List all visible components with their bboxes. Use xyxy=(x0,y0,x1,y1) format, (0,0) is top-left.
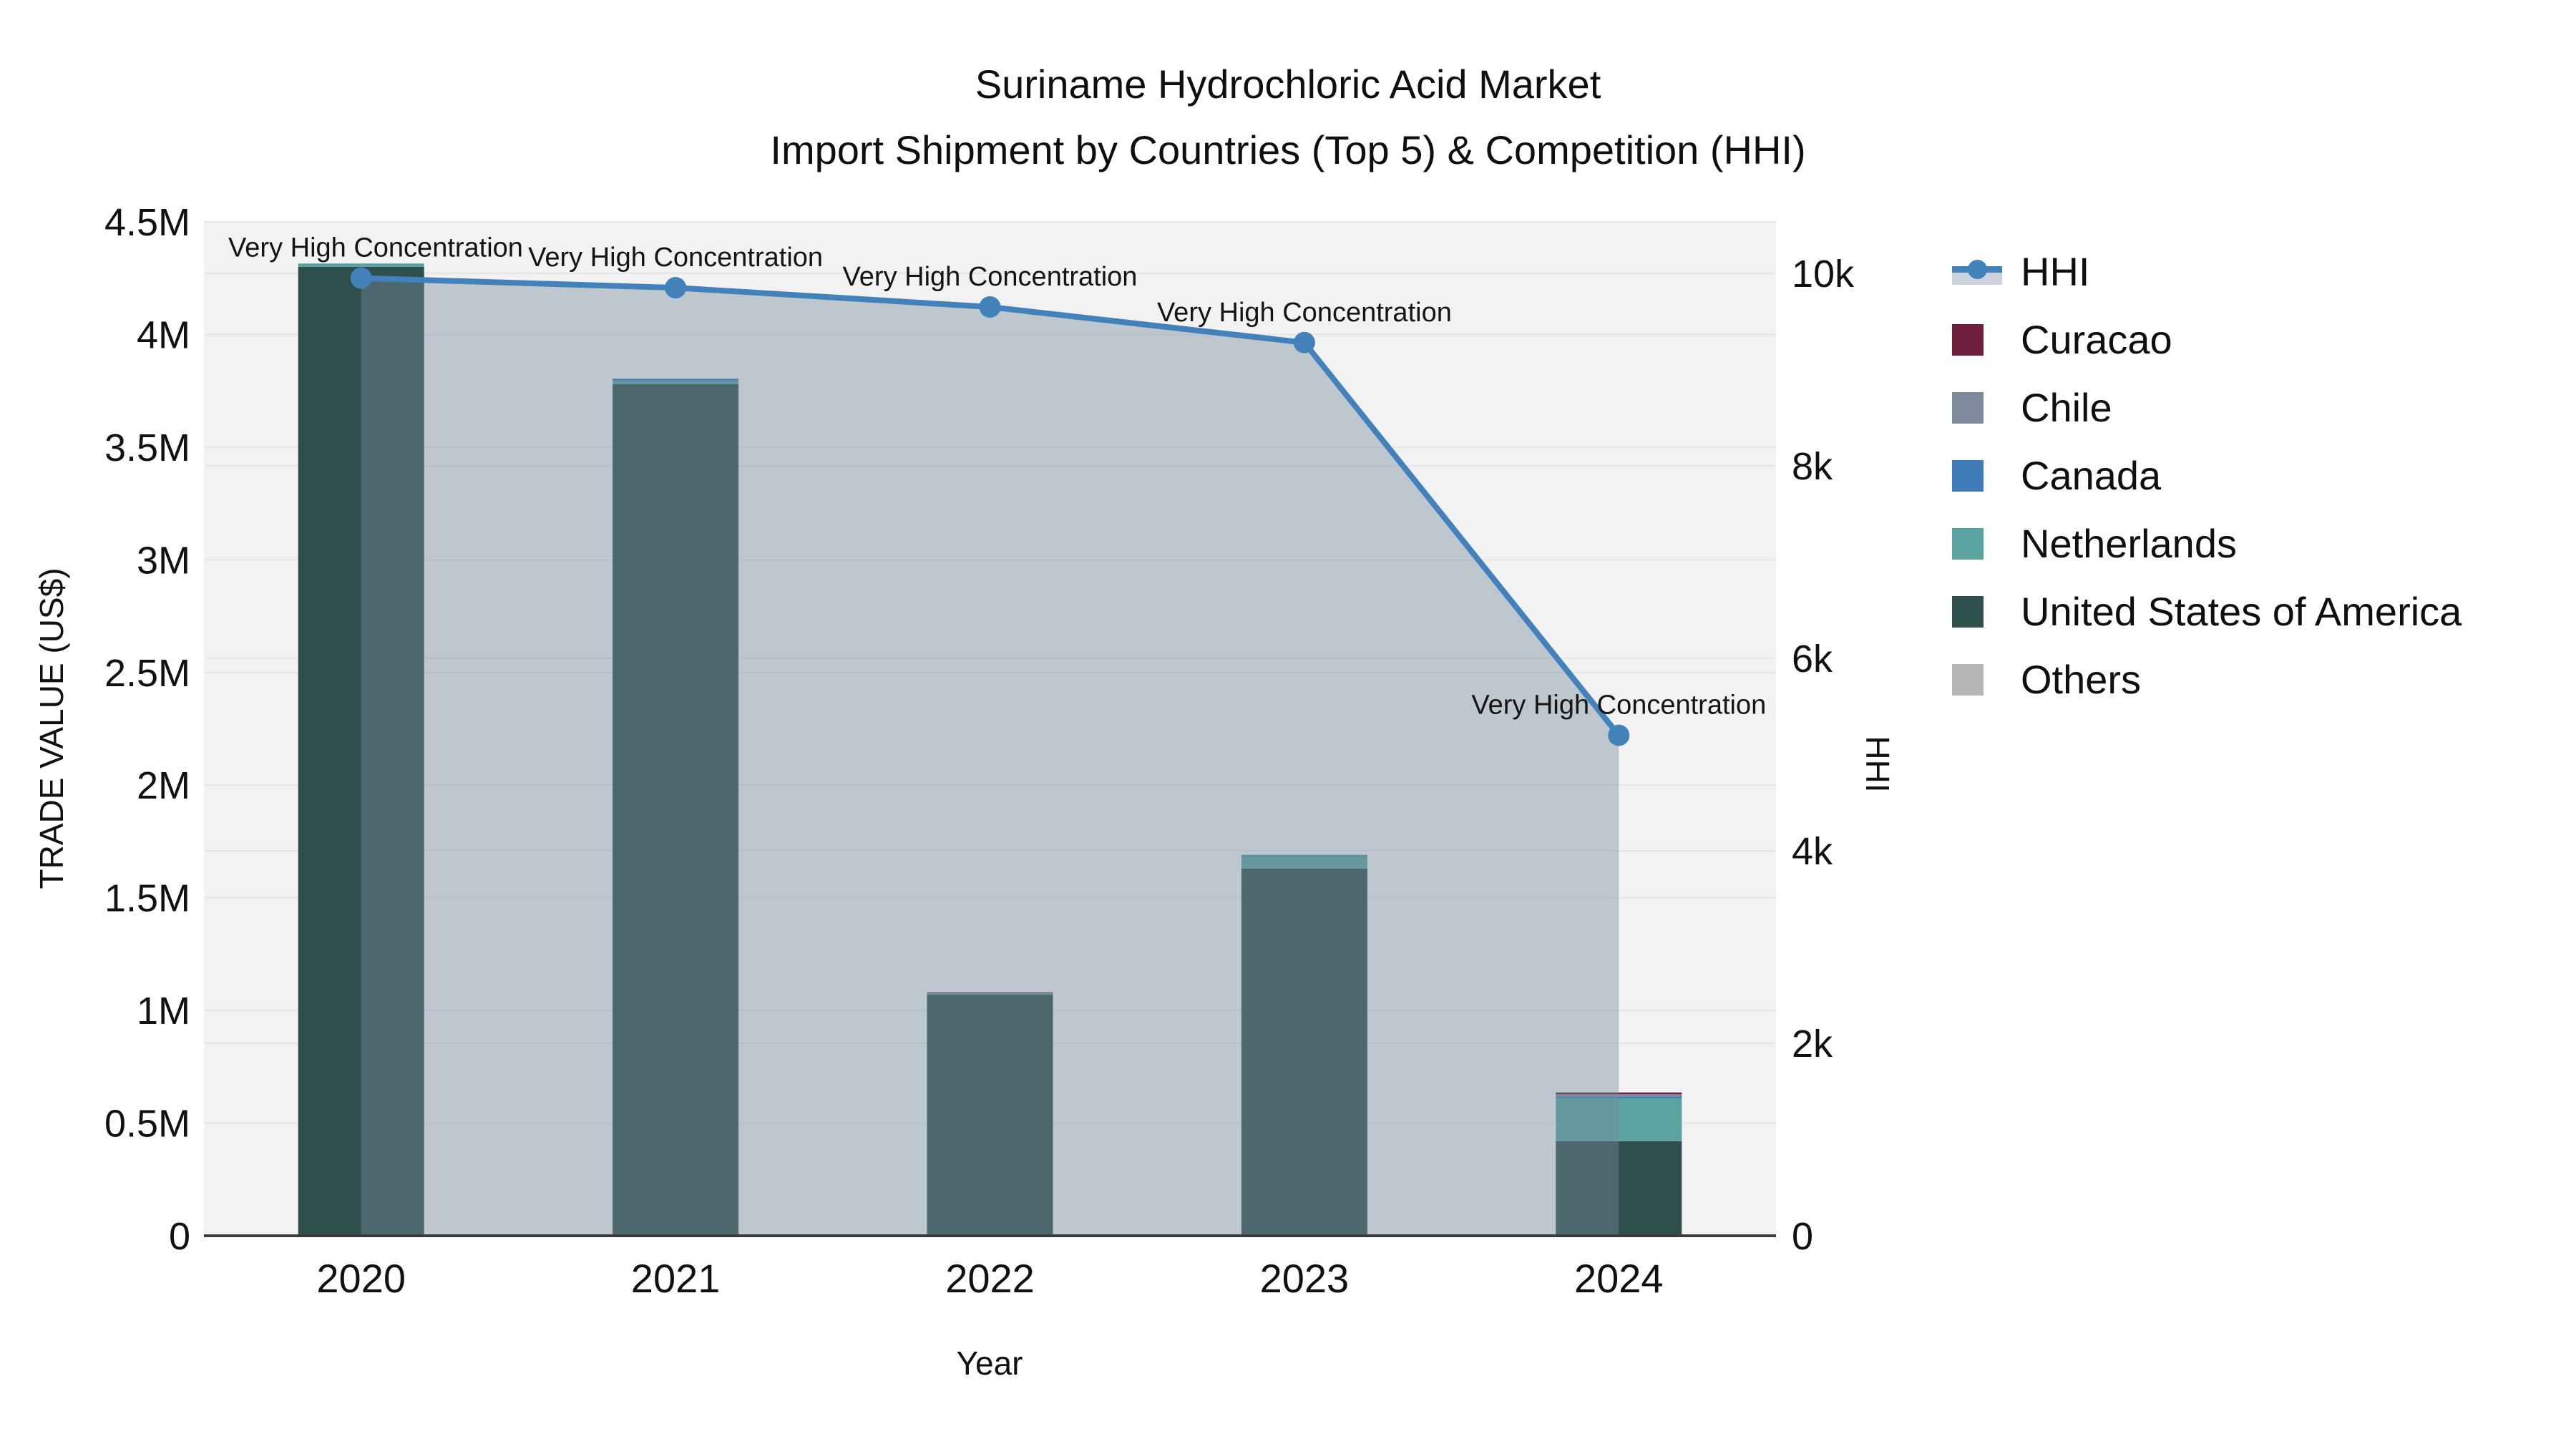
y-left-tick-label: 2M xyxy=(137,764,190,807)
y-left-tick-label: 0.5M xyxy=(104,1103,190,1146)
legend-swatch xyxy=(1952,663,1984,696)
legend-swatch xyxy=(1952,595,1984,628)
y-right-tick-label: 10k xyxy=(1792,253,1855,296)
color-swatch-icon xyxy=(1952,527,2002,560)
annotation-2023: Very High Concentration xyxy=(1157,298,1452,328)
chart-canvas: Very High Concentration Very High Concent… xyxy=(104,201,1855,1301)
chart-title-line2: Import Shipment by Countries (Top 5) & C… xyxy=(770,127,1806,172)
legend-item-netherlands[interactable]: Netherlands xyxy=(1952,509,2462,577)
color-swatch-icon xyxy=(1952,663,2002,696)
x-tick-label: 2020 xyxy=(316,1256,406,1301)
hhi-marker-2021[interactable] xyxy=(665,277,687,299)
legend-label: Chile xyxy=(2021,385,2112,430)
y-left-tick-label: 3.5M xyxy=(104,426,190,469)
y-axis-title-left: TRADE VALUE (US$) xyxy=(33,567,70,889)
annotation-2024: Very High Concentration xyxy=(1471,691,1766,721)
x-tick-label: 2022 xyxy=(945,1256,1035,1301)
legend-item-others[interactable]: Others xyxy=(1952,645,2462,713)
legend-label: Canada xyxy=(2021,453,2162,498)
hhi-marker-2024[interactable] xyxy=(1608,724,1630,746)
chart-page: Very High Concentration Very High Concent… xyxy=(0,0,2576,1449)
legend-item-canada[interactable]: Canada xyxy=(1952,441,2462,509)
annotation-2020: Very High Concentration xyxy=(228,233,523,263)
hhi-marker-2022[interactable] xyxy=(979,296,1001,318)
legend-item-chile[interactable]: Chile xyxy=(1952,374,2462,441)
color-swatch-icon xyxy=(1952,323,2002,356)
legend-swatch xyxy=(1952,323,1984,356)
chart-title: Suriname Hydrochloric Acid Market Import… xyxy=(770,52,1805,183)
legend-item-hhi[interactable]: HHI xyxy=(1952,238,2462,306)
y-left-tick-label: 4M xyxy=(137,313,190,356)
y-axis-title-right: HHI xyxy=(1859,736,1896,793)
y-right-tick-label: 8k xyxy=(1792,445,1833,488)
annotation-2022: Very High Concentration xyxy=(843,262,1138,292)
legend-swatch xyxy=(1952,527,1984,560)
legend-label: Netherlands xyxy=(2021,521,2237,566)
chart-title-line1: Suriname Hydrochloric Acid Market xyxy=(975,62,1601,107)
legend-label: HHI xyxy=(2021,249,2090,294)
y-right-tick-label: 0 xyxy=(1792,1215,1813,1258)
color-swatch-icon xyxy=(1952,595,2002,628)
hhi-marker-2023[interactable] xyxy=(1293,331,1315,353)
y-left-tick-label: 1.5M xyxy=(104,877,190,920)
bar-segment-netherlands[interactable] xyxy=(298,263,424,267)
y-right-tick-label: 6k xyxy=(1792,638,1833,680)
annotation-2021: Very High Concentration xyxy=(528,243,823,273)
y-left-tick-label: 4.5M xyxy=(104,201,190,244)
x-tick-label: 2021 xyxy=(631,1256,721,1301)
legend-label: United States of America xyxy=(2021,589,2462,634)
legend-item-curacao[interactable]: Curacao xyxy=(1952,306,2462,374)
hhi-marker-2020[interactable] xyxy=(350,267,372,289)
hhi-swatch-part xyxy=(1968,259,1987,279)
y-left-tick-label: 3M xyxy=(137,539,190,582)
x-tick-label: 2024 xyxy=(1574,1256,1664,1301)
legend-swatch xyxy=(1952,391,1984,424)
x-tick-label: 2023 xyxy=(1260,1256,1350,1301)
y-right-tick-label: 2k xyxy=(1792,1023,1833,1065)
legend-swatch xyxy=(1952,459,1984,492)
legend-item-united-states-of-america[interactable]: United States of America xyxy=(1952,577,2462,645)
hhi-line-swatch-icon xyxy=(1952,256,2002,288)
y-left-tick-label: 0 xyxy=(169,1215,190,1258)
y-right-tick-label: 4k xyxy=(1792,830,1833,873)
y-left-tick-label: 1M xyxy=(137,990,190,1033)
legend-label: Curacao xyxy=(2021,317,2172,362)
color-swatch-icon xyxy=(1952,459,2002,492)
legend-label: Others xyxy=(2021,657,2142,702)
color-swatch-icon xyxy=(1952,391,2002,424)
legend: HHI Curacao Chile Canada Netherlands United S… xyxy=(1952,238,2462,713)
x-axis-title: Year xyxy=(956,1345,1023,1382)
hhi-swatch xyxy=(1952,256,2002,288)
y-left-tick-label: 2.5M xyxy=(104,652,190,695)
